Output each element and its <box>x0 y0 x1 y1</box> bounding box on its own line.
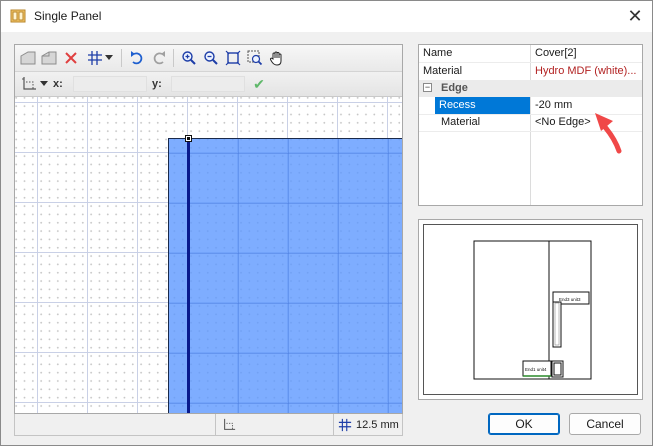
window-title: Single Panel <box>34 9 102 23</box>
drawing-canvas[interactable] <box>15 97 402 413</box>
delete-icon[interactable] <box>61 48 81 68</box>
grid-icon[interactable] <box>85 48 105 68</box>
cancel-button[interactable]: Cancel <box>569 413 641 435</box>
snap-status-icon <box>224 418 236 430</box>
y-coordinate-input[interactable] <box>171 76 245 92</box>
app-icon <box>10 9 26 23</box>
recess-value-field[interactable]: -20 mm <box>535 99 572 111</box>
property-value: Cover[2] <box>535 47 577 59</box>
panel-copy-icon[interactable] <box>39 48 59 68</box>
close-button[interactable]: ✕ <box>622 1 648 32</box>
single-panel-dialog: Single Panel ✕ x: y: ✔ 12.5 mm Name Cove… <box>0 0 653 446</box>
preview-drawing: End3 unit3 End1 unit4 <box>473 240 592 380</box>
property-row-name[interactable]: Name Cover[2] <box>419 45 642 62</box>
category-label: Edge <box>441 82 468 94</box>
panel-editor: x: y: ✔ <box>14 44 403 414</box>
zoom-out-icon[interactable] <box>201 48 221 68</box>
corner-point <box>187 137 190 140</box>
preview-canvas: End3 unit3 End1 unit4 <box>423 224 638 395</box>
annotation-arrow-icon <box>595 113 622 154</box>
property-name: Recess <box>439 99 476 111</box>
close-icon: ✕ <box>627 6 643 26</box>
preview-label-b: End1 unit4 <box>525 367 547 372</box>
ok-button[interactable]: OK <box>488 413 560 435</box>
property-name: Material <box>441 116 481 128</box>
accept-coordinates-button[interactable]: ✔ <box>249 74 269 94</box>
pan-hand-icon[interactable] <box>267 48 287 68</box>
x-label: x: <box>53 78 63 90</box>
preview-label-a: End3 unit3 <box>559 297 581 302</box>
toolbar-separator <box>173 49 174 67</box>
redo-icon[interactable] <box>149 48 169 68</box>
coordinate-toolbar: x: y: ✔ <box>15 72 402 97</box>
snap-mode-icon[interactable] <box>19 74 39 94</box>
grid-dropdown-icon[interactable] <box>103 48 115 68</box>
selected-edge[interactable] <box>187 138 190 413</box>
zoom-in-icon[interactable] <box>179 48 199 68</box>
panel-new-icon[interactable] <box>18 48 38 68</box>
property-name: Name <box>423 47 453 59</box>
undo-icon[interactable] <box>127 48 147 68</box>
category-edge[interactable]: − Edge <box>419 80 642 97</box>
cabinet-preview: End3 unit3 End1 unit4 <box>418 219 643 400</box>
property-row-material[interactable]: Material Hydro MDF (white)... <box>419 63 642 80</box>
property-value: <No Edge> <box>535 116 591 128</box>
status-snap-cell <box>215 414 333 435</box>
main-toolbar <box>15 45 402 72</box>
property-name: Material <box>423 65 463 77</box>
x-coordinate-input[interactable] <box>73 76 147 92</box>
selected-property-highlight: Recess <box>435 97 530 114</box>
zoom-fit-icon[interactable] <box>223 48 243 68</box>
toolbar-separator <box>121 49 122 67</box>
y-label: y: <box>152 78 162 90</box>
checkmark-icon: ✔ <box>253 75 265 92</box>
snap-dropdown-icon[interactable] <box>39 74 49 94</box>
collapse-toggle-icon[interactable]: − <box>423 83 432 92</box>
grid-size-text: 12.5 mm <box>356 418 399 431</box>
grid-status-icon <box>338 418 352 431</box>
property-value: Hydro MDF (white)... <box>535 65 637 77</box>
panel-shape[interactable] <box>168 138 402 413</box>
zoom-window-icon[interactable] <box>245 48 265 68</box>
status-bar: 12.5 mm <box>14 414 403 436</box>
status-grid-cell: 12.5 mm <box>333 414 403 435</box>
title-bar: Single Panel ✕ <box>1 1 652 32</box>
